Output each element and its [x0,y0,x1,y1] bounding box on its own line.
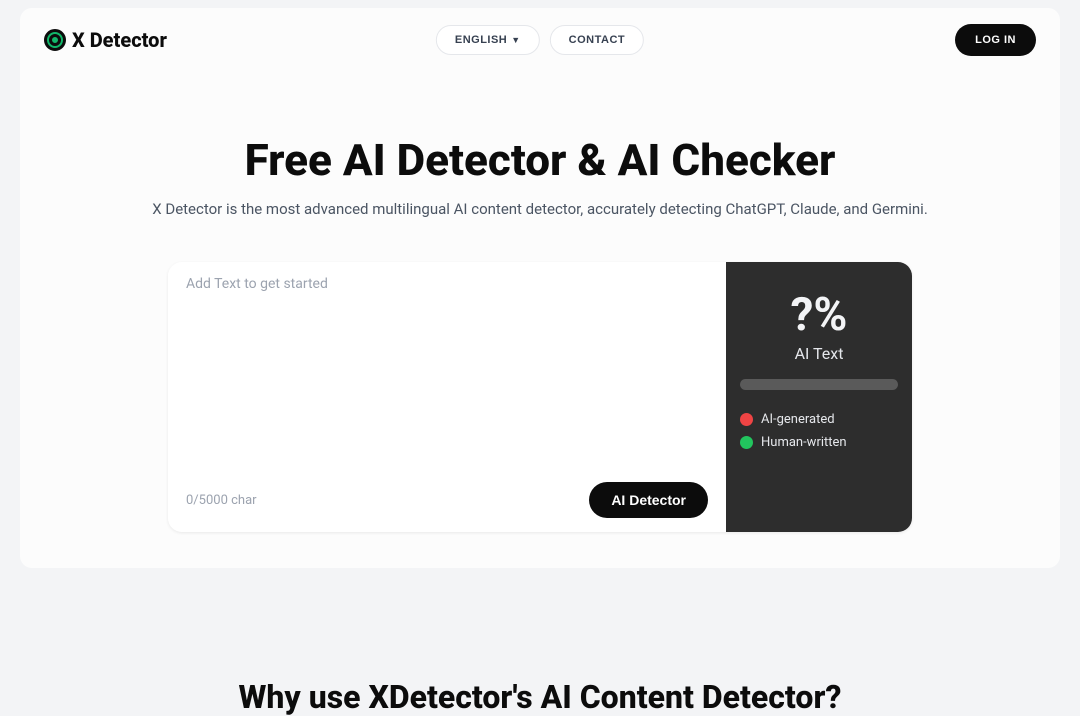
language-selector[interactable]: ENGLISH ▼ [436,25,540,55]
logo-icon [44,29,66,51]
hero-section: Free AI Detector & AI Checker X Detector… [20,72,1060,238]
logo-text: X Detector [72,28,167,52]
dot-red-icon [740,413,753,426]
page-title: Free AI Detector & AI Checker [40,134,1040,186]
detector-card: 0/5000 char AI Detector ?% AI Text AI-ge… [168,262,912,532]
why-section: Why use XDetector's AI Content Detector? [0,568,1080,716]
percent-label: AI Text [740,344,898,363]
why-title: Why use XDetector's AI Content Detector? [0,678,1080,716]
input-panel: 0/5000 char AI Detector [168,262,726,532]
legend-ai-label: AI-generated [761,412,835,427]
contact-button[interactable]: CONTACT [550,25,644,55]
nav-center: ENGLISH ▼ CONTACT [436,25,644,55]
text-input[interactable] [186,276,708,474]
result-panel: ?% AI Text AI-generated Human-written [726,262,912,532]
dot-green-icon [740,436,753,449]
percent-value: ?% [740,288,898,342]
logo[interactable]: X Detector [44,28,167,52]
main-card: X Detector ENGLISH ▼ CONTACT LOG IN Free… [20,8,1060,568]
language-label: ENGLISH [455,34,507,46]
input-footer: 0/5000 char AI Detector [186,482,708,518]
contact-label: CONTACT [569,34,625,46]
progress-bar [740,379,898,390]
legend-human-label: Human-written [761,435,847,450]
chevron-down-icon: ▼ [511,35,520,45]
legend-ai: AI-generated [740,412,898,427]
legend-human: Human-written [740,435,898,450]
page-subtitle: X Detector is the most advanced multilin… [40,200,1040,218]
navbar: X Detector ENGLISH ▼ CONTACT LOG IN [20,8,1060,72]
login-button[interactable]: LOG IN [955,24,1036,56]
char-count: 0/5000 char [186,493,257,508]
detect-button[interactable]: AI Detector [589,482,708,518]
